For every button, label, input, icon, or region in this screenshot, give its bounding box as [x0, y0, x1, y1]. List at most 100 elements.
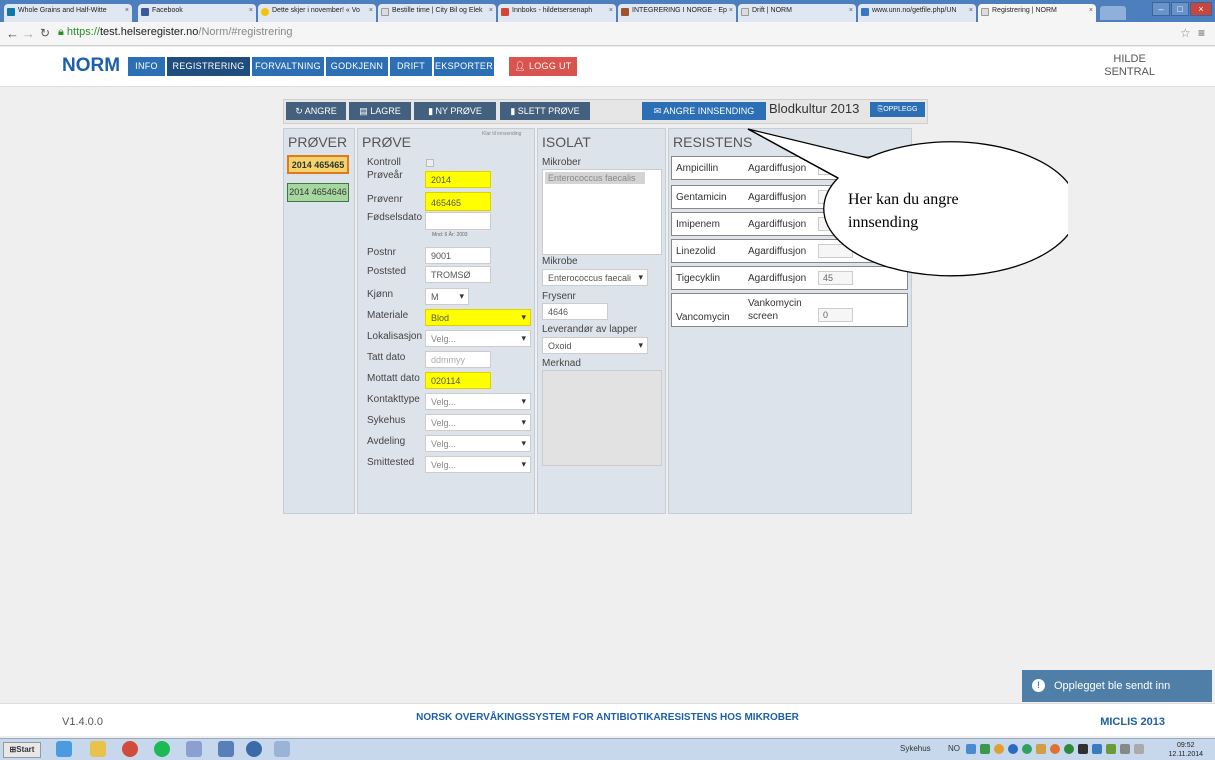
- leverandor-select[interactable]: Oxoid: [542, 337, 648, 354]
- close-icon[interactable]: ×: [969, 7, 973, 14]
- sykehus-select[interactable]: Velg...: [425, 414, 531, 431]
- app-footer: NORSK OVERVÅKINGSSYSTEM FOR ANTIBIOTIKAR…: [0, 703, 1215, 736]
- result-field[interactable]: 0: [818, 308, 853, 322]
- back-arrow-icon[interactable]: ←: [6, 26, 19, 41]
- angre-innsending-button[interactable]: ✉ ANGRE INNSENDING: [642, 102, 766, 120]
- tray-icon[interactable]: [1064, 744, 1074, 754]
- nav-godkjenn[interactable]: GODKJENN: [326, 57, 388, 76]
- new-tab-button[interactable]: [1100, 6, 1126, 20]
- system-clock[interactable]: 09:52 12.11.2014: [1168, 741, 1203, 759]
- slett-prove-button[interactable]: ▮ SLETT PRØVE: [500, 102, 590, 120]
- chrome-icon[interactable]: [122, 741, 138, 757]
- nav-registrering[interactable]: REGISTRERING: [167, 57, 250, 76]
- internet-explorer-icon[interactable]: [56, 741, 72, 757]
- mikrober-list-item[interactable]: Enterococcus faecalis: [545, 172, 645, 184]
- frysenr-field[interactable]: 4646: [542, 303, 608, 320]
- provenr-field[interactable]: 465465: [425, 192, 491, 211]
- smittested-select[interactable]: Velg...: [425, 456, 531, 473]
- language-indicator[interactable]: NO: [948, 744, 960, 753]
- nav-info[interactable]: INFO: [128, 57, 165, 76]
- materiale-select[interactable]: Blod: [425, 309, 531, 326]
- app-icon[interactable]: [274, 741, 290, 757]
- tray-icon[interactable]: [1022, 744, 1032, 754]
- browser-tab-active[interactable]: Registrering | NORM ×: [978, 4, 1096, 22]
- angre-button[interactable]: ↻ ANGRE: [286, 102, 346, 120]
- kontakttype-select[interactable]: Velg...: [425, 393, 531, 410]
- provear-field[interactable]: 2014: [425, 171, 491, 188]
- lagre-button[interactable]: ▤ LAGRE: [349, 102, 411, 120]
- browser-tab[interactable]: Drift | NORM ×: [738, 4, 856, 22]
- nav-drift[interactable]: DRIFT: [390, 57, 432, 76]
- avdeling-select[interactable]: Velg...: [425, 435, 531, 452]
- resistens-row[interactable]: Vancomycin Vankomycin screen 0: [671, 293, 908, 327]
- tray-icon[interactable]: [980, 744, 990, 754]
- reload-icon[interactable]: ↻: [40, 26, 50, 40]
- volume-icon[interactable]: [1120, 744, 1130, 754]
- mikrobe-select[interactable]: Enterococcus faecali: [542, 269, 648, 286]
- tray-icon[interactable]: [1092, 744, 1102, 754]
- tray-icon[interactable]: [1050, 744, 1060, 754]
- mikrober-list[interactable]: Enterococcus faecalis: [542, 169, 662, 255]
- tray-icon[interactable]: [1036, 744, 1046, 754]
- isolat-panel: ISOLAT Mikrober Enterococcus faecalis Mi…: [537, 128, 666, 514]
- notification-toast[interactable]: ! Opplegget ble sendt inn: [1022, 670, 1212, 702]
- network-icon[interactable]: [1134, 744, 1144, 754]
- lokalisasjon-select[interactable]: Velg...: [425, 330, 531, 347]
- nav-eksporter[interactable]: EKSPORTER: [434, 57, 494, 76]
- close-window-icon[interactable]: ×: [1190, 2, 1212, 16]
- prover-panel: PRØVER 2014 465465 2014 4654646: [283, 128, 355, 514]
- close-icon[interactable]: ×: [125, 7, 129, 14]
- close-icon[interactable]: ×: [369, 7, 373, 14]
- tray-icon[interactable]: [1106, 744, 1116, 754]
- mottatt-dato-field[interactable]: 020114: [425, 372, 491, 389]
- url-field[interactable]: 🔒︎ https://test.helseregister.no/Norm/#r…: [58, 26, 293, 39]
- ny-prove-button[interactable]: ▮ NY PRØVE: [414, 102, 496, 120]
- start-button[interactable]: ⊞Start: [3, 742, 41, 758]
- kontroll-checkbox[interactable]: [426, 159, 434, 167]
- close-icon[interactable]: ×: [849, 7, 853, 14]
- fodselsdato-field[interactable]: [425, 212, 491, 230]
- bookmark-star-icon[interactable]: ☆: [1180, 26, 1191, 40]
- browser-tab[interactable]: Facebook ×: [138, 4, 256, 22]
- tatt-dato-field[interactable]: ddmmyy: [425, 351, 491, 368]
- tray-icon[interactable]: [1008, 744, 1018, 754]
- tray-icon[interactable]: [966, 744, 976, 754]
- browser-tab[interactable]: INTEGRERING I NORGE - Ep ×: [618, 4, 736, 22]
- merknad-textarea[interactable]: [542, 370, 662, 466]
- nav-forvaltning[interactable]: FORVALTNING: [252, 57, 324, 76]
- tray-icon[interactable]: [1078, 744, 1088, 754]
- prove-list-item[interactable]: 2014 4654646: [287, 183, 349, 202]
- menu-icon[interactable]: ≡: [1198, 26, 1205, 40]
- outlook-icon[interactable]: [186, 741, 202, 757]
- close-icon[interactable]: ×: [729, 7, 733, 14]
- file-icon: ▮: [428, 106, 436, 116]
- tray-icon[interactable]: [994, 744, 1004, 754]
- browser-tab[interactable]: Bestille time | City Bil og Elek ×: [378, 4, 496, 22]
- browser-tab[interactable]: Innboks - hildetsersenaph ×: [498, 4, 616, 22]
- close-icon[interactable]: ×: [609, 7, 613, 14]
- logout-button[interactable]: 👤︎ LOGG UT: [509, 57, 577, 76]
- lagre-label: LAGRE: [370, 106, 401, 116]
- minimize-icon[interactable]: –: [1152, 2, 1170, 16]
- poststed-field[interactable]: TROMSØ: [425, 266, 491, 283]
- maximize-icon[interactable]: □: [1171, 2, 1189, 16]
- logout-label: LOGG UT: [528, 61, 572, 71]
- prove-list-item-selected[interactable]: 2014 465465: [287, 155, 349, 174]
- close-icon[interactable]: ×: [249, 7, 253, 14]
- browser-tab[interactable]: Whole Grains and Half-Witte ×: [4, 4, 132, 22]
- toolbar-label[interactable]: Sykehus: [900, 744, 931, 753]
- brand-logo[interactable]: NORM: [62, 55, 120, 77]
- kjonn-select[interactable]: M: [425, 288, 469, 305]
- close-icon[interactable]: ×: [489, 7, 493, 14]
- opplegg-button[interactable]: ⎘OPPLEGG: [870, 102, 925, 117]
- close-icon[interactable]: ×: [1089, 7, 1093, 14]
- forward-arrow-icon[interactable]: →: [22, 26, 35, 41]
- folder-icon[interactable]: [90, 741, 106, 757]
- browser-tab[interactable]: Dette skjer i november! « Vo ×: [258, 4, 376, 22]
- browser-tab[interactable]: www.unn.no/getfile.php/UN ×: [858, 4, 976, 22]
- app-icon[interactable]: [218, 741, 234, 757]
- prove-title: PRØVE: [362, 134, 412, 150]
- app-icon[interactable]: [246, 741, 262, 757]
- spotify-icon[interactable]: [154, 741, 170, 757]
- postnr-field[interactable]: 9001: [425, 247, 491, 264]
